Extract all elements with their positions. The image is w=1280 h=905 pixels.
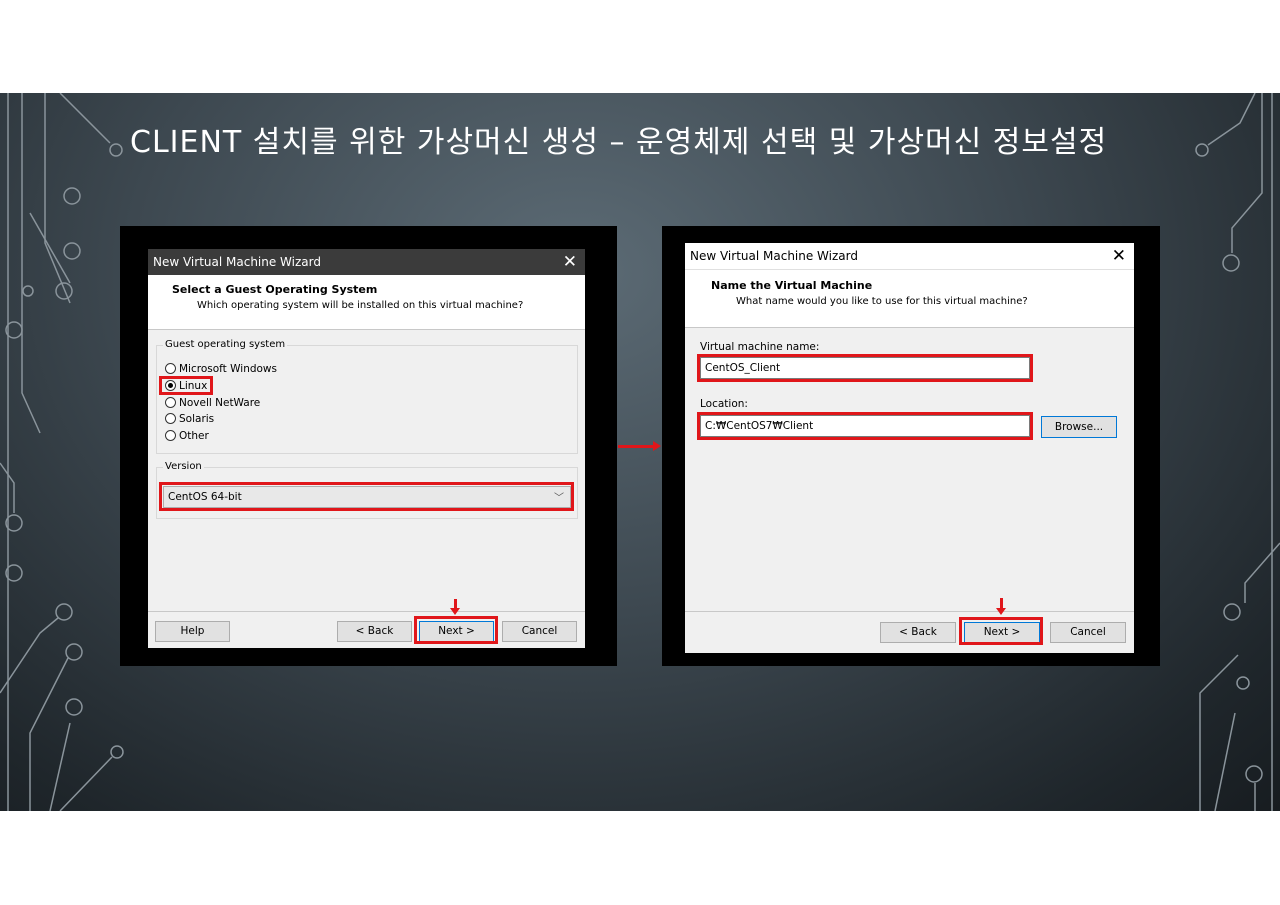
highlight-vm-name — [697, 354, 1033, 382]
arrow-down-icon — [996, 598, 1006, 615]
footer-divider — [148, 611, 585, 612]
footer-divider — [685, 611, 1134, 612]
location-label: Location: — [700, 398, 748, 410]
header-title: Select a Guest Operating System — [172, 283, 378, 296]
radio-novell-netware[interactable]: Novell NetWare — [165, 395, 260, 410]
header-subtitle: Which operating system will be installed… — [197, 300, 524, 311]
radio-icon — [165, 397, 176, 408]
close-icon[interactable]: ✕ — [1112, 246, 1126, 266]
back-button[interactable]: < Back — [880, 622, 956, 643]
back-button[interactable]: < Back — [337, 621, 412, 642]
highlight-version — [159, 482, 574, 511]
arrow-down-icon — [450, 599, 460, 615]
cancel-button[interactable]: Cancel — [1050, 622, 1126, 643]
wizard-dialog-name: New Virtual Machine Wizard ✕ Name the Vi… — [685, 243, 1134, 653]
wizard-dialog-os: New Virtual Machine Wizard ✕ Select a Gu… — [148, 249, 585, 648]
slide-title: CLIENT 설치를 위한 가상머신 생성 – 운영체제 선택 및 가상머신 정… — [130, 125, 1108, 160]
guest-os-group: Guest operating system Microsoft Windows… — [156, 339, 578, 454]
radio-icon — [165, 430, 176, 441]
cancel-button[interactable]: Cancel — [502, 621, 577, 642]
radio-microsoft-windows[interactable]: Microsoft Windows — [165, 361, 277, 376]
header-subtitle: What name would you like to use for this… — [736, 296, 1028, 307]
window-title: New Virtual Machine Wizard — [153, 255, 321, 269]
vm-name-label: Virtual machine name: — [700, 341, 820, 353]
arrow-right-icon — [618, 441, 661, 451]
browse-button[interactable]: Browse... — [1041, 416, 1117, 438]
title-bar: New Virtual Machine Wizard ✕ — [148, 249, 585, 275]
header-title: Name the Virtual Machine — [711, 279, 873, 292]
radio-other[interactable]: Other — [165, 428, 209, 443]
screenshot-frame-left: New Virtual Machine Wizard ✕ Select a Gu… — [120, 226, 617, 666]
radio-icon — [165, 363, 176, 374]
highlight-linux — [159, 376, 213, 395]
highlight-next — [414, 616, 498, 644]
help-button[interactable]: Help — [155, 621, 230, 642]
title-bar: New Virtual Machine Wizard ✕ — [685, 243, 1134, 269]
window-title: New Virtual Machine Wizard — [690, 249, 858, 263]
highlight-next — [959, 617, 1043, 645]
highlight-location — [697, 412, 1033, 440]
screenshot-frame-right: New Virtual Machine Wizard ✕ Name the Vi… — [662, 226, 1160, 666]
guest-os-group-label: Guest operating system — [163, 339, 288, 350]
slide-background: CLIENT 설치를 위한 가상머신 생성 – 운영체제 선택 및 가상머신 정… — [0, 93, 1280, 811]
radio-icon — [165, 413, 176, 424]
wizard-header: Select a Guest Operating System Which op… — [148, 275, 585, 330]
close-icon[interactable]: ✕ — [563, 252, 577, 272]
version-group-label: Version — [163, 461, 204, 472]
wizard-header: Name the Virtual Machine What name would… — [685, 269, 1134, 328]
radio-solaris[interactable]: Solaris — [165, 411, 214, 426]
